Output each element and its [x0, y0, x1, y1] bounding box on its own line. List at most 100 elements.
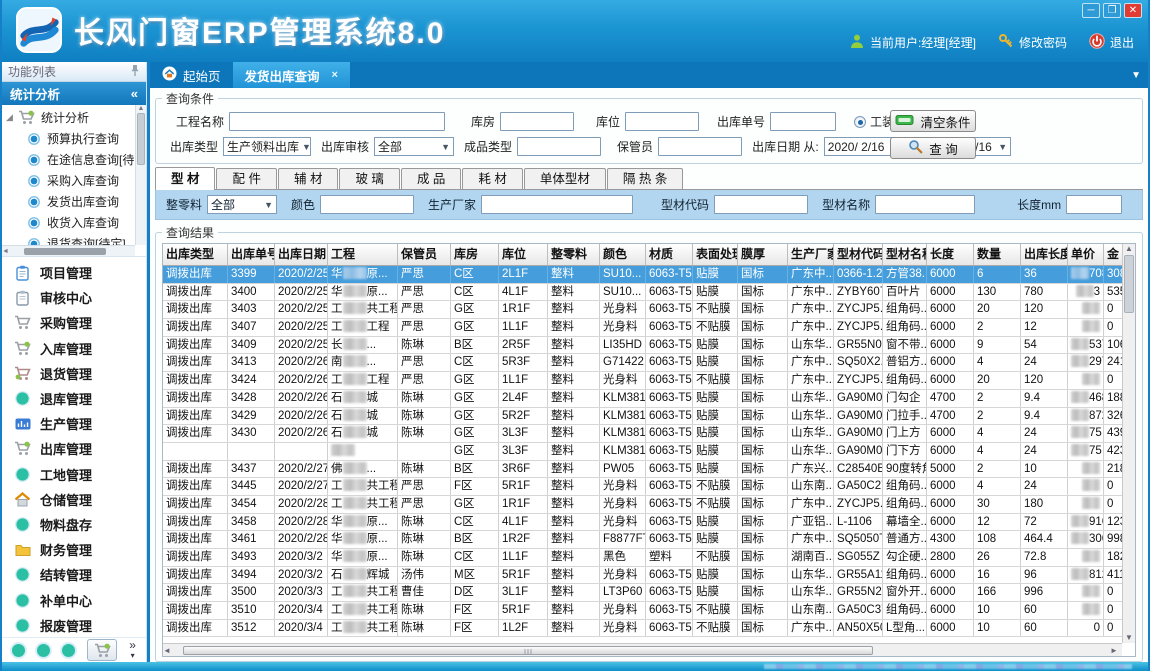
tab-home[interactable]: 起始页 [150, 62, 233, 88]
column-header[interactable]: 库房 [451, 244, 499, 265]
code-input[interactable] [714, 195, 808, 214]
column-header[interactable]: 出库长度 [1021, 244, 1068, 265]
minimize-button[interactable]: ─ [1082, 3, 1100, 18]
table-row[interactable]: 调拨出库34542020/2/28工共工程严思G区1R1F整料光身料6063-T… [163, 496, 1122, 514]
column-header[interactable]: 库位 [499, 244, 548, 265]
tab-close-icon[interactable]: × [332, 69, 338, 81]
column-header[interactable]: 长度 [927, 244, 974, 265]
sidebar-item-dot[interactable]: 物料盘存 [2, 512, 146, 537]
sidebar-item-dot[interactable]: 补单中心 [2, 587, 146, 612]
material-tab[interactable]: 型 材 [155, 167, 215, 190]
project-name-input[interactable] [229, 112, 445, 131]
tab-list-caret-icon[interactable]: ▼ [1131, 70, 1141, 81]
material-tab[interactable]: 耗 材 [462, 168, 522, 189]
column-header[interactable]: 出库单号 [228, 244, 275, 265]
column-header[interactable]: 颜色 [600, 244, 646, 265]
table-row[interactable]: 调拨出库34372020/2/27佛...陈琳B区3R6F整料PW056063-… [163, 461, 1122, 479]
more-modules-button[interactable]: »▾ [129, 641, 136, 660]
tree-horizontal-scrollbar[interactable]: ◄ [2, 245, 135, 256]
sidebar-item-cart2[interactable]: 入库管理 [2, 336, 146, 361]
tree-root-statistics[interactable]: ◢统计分析 [6, 107, 146, 128]
table-vertical-scrollbar[interactable]: ▲▼ [1122, 244, 1135, 643]
tree-item[interactable]: 发货出库查询 [6, 191, 146, 212]
tree-item[interactable]: 采购入库查询 [6, 170, 146, 191]
tree-vertical-scrollbar[interactable]: ▲ [135, 105, 146, 245]
table-row[interactable]: 调拨出库34132020/2/26南...严思C区5R3F整料G71422606… [163, 354, 1122, 372]
sidebar-item-clipboard2[interactable]: 审核中心 [2, 285, 146, 310]
close-button[interactable]: ✕ [1124, 3, 1142, 18]
tree-item[interactable]: 在途信息查询[待 [6, 149, 146, 170]
material-tab[interactable]: 成 品 [401, 168, 461, 189]
cart-module-button[interactable] [87, 639, 117, 661]
table-row[interactable]: 调拨出库34072020/2/25工工程严思G区1L1F整料光身料6063-T5… [163, 319, 1122, 337]
material-tab[interactable]: 辅 材 [278, 168, 338, 189]
column-header[interactable]: 出库类型 [163, 244, 228, 265]
sidebar-item-home[interactable]: 仓储管理 [2, 487, 146, 512]
module-dot-icon[interactable] [37, 644, 50, 657]
audit-select[interactable]: 全部▼ [374, 137, 454, 156]
table-horizontal-scrollbar[interactable]: ◄► [163, 643, 1122, 656]
table-row[interactable]: 调拨出库34302020/2/26石城陈琳G区3L3F整料KLM38176063… [163, 425, 1122, 443]
table-row[interactable]: 调拨出库34032020/2/25工共工程严思G区1R1F整料光身料6063-T… [163, 301, 1122, 319]
column-header[interactable]: 工程 [328, 244, 398, 265]
sidebar-item-cart2[interactable]: 出库管理 [2, 436, 146, 461]
column-header[interactable]: 型材代码 [834, 244, 883, 265]
table-row[interactable]: 调拨出库34612020/2/28华原...陈琳B区1R2F整料F8877FT6… [163, 531, 1122, 549]
table-row[interactable]: 调拨出库34932020/3/2华原...陈琳C区1L1F整料黑色塑料不贴膜国标… [163, 549, 1122, 567]
location-input[interactable] [625, 112, 699, 131]
table-row[interactable]: 调拨出库34282020/2/26石城陈琳G区2L4F整料KLM38176063… [163, 390, 1122, 408]
pin-icon[interactable] [130, 64, 140, 80]
sidebar-item-cart3[interactable]: 退货管理 [2, 361, 146, 386]
out-type-select[interactable]: 生产领料出库▼ [223, 137, 311, 156]
module-dot-icon[interactable] [12, 644, 25, 657]
length-input[interactable] [1066, 195, 1122, 214]
color-input[interactable] [320, 195, 414, 214]
column-header[interactable]: 膜厚 [738, 244, 788, 265]
material-tab[interactable]: 配 件 [216, 168, 276, 189]
table-row[interactable]: 调拨出库34942020/3/2石辉城汤伟M区5R1F整料光身料6063-T5贴… [163, 567, 1122, 585]
order-no-input[interactable] [770, 112, 836, 131]
logout-button[interactable]: 退出 [1089, 33, 1134, 52]
column-header[interactable]: 单价 [1068, 244, 1104, 265]
sidebar-item-folder[interactable]: 财务管理 [2, 537, 146, 562]
tab-delivery-outbound-query[interactable]: 发货出库查询 × [233, 62, 350, 88]
radio-gongzhuang[interactable]: 工装 [854, 113, 894, 130]
sidebar-item-cart[interactable]: 采购管理 [2, 310, 146, 335]
column-header[interactable]: 整零料 [548, 244, 600, 265]
search-button[interactable]: 查 询 [890, 137, 976, 159]
maximize-button[interactable]: ❐ [1103, 3, 1121, 18]
change-password-button[interactable]: 修改密码 [998, 33, 1067, 52]
table-row[interactable]: G区3L3F整料KLM38176063-T5贴膜国标山东华...GA90M09.… [163, 443, 1122, 461]
table-row[interactable]: 调拨出库34002020/2/25华原...严思C区4L1F整料SU10...6… [163, 284, 1122, 302]
table-row[interactable]: 调拨出库34092020/2/25长...陈琳B区2R5F整料LI35HD606… [163, 337, 1122, 355]
column-header[interactable]: 生产厂家 [788, 244, 834, 265]
tree-item[interactable]: 收货入库查询 [6, 212, 146, 233]
table-row[interactable]: 调拨出库34292020/2/26石城陈琳G区5R2F整料KLM38176063… [163, 408, 1122, 426]
sidebar-item-dot[interactable]: 结转管理 [2, 562, 146, 587]
column-header[interactable]: 型材名称 [883, 244, 927, 265]
module-dot-icon[interactable] [62, 644, 75, 657]
name-input[interactable] [875, 195, 975, 214]
column-header[interactable]: 保管员 [398, 244, 451, 265]
zhengling-select[interactable]: 全部▼ [207, 195, 277, 214]
sidebar-item-dot[interactable]: 工地管理 [2, 462, 146, 487]
sidebar-item-dot[interactable]: 报废管理 [2, 613, 146, 637]
product-type-input[interactable] [517, 137, 601, 156]
table-row[interactable]: 调拨出库35122020/3/4工共工程陈琳F区1L2F整料光身料6063-T5… [163, 620, 1122, 638]
material-tab[interactable]: 单体型材 [524, 168, 606, 189]
factory-input[interactable] [481, 195, 633, 214]
table-row[interactable]: 调拨出库34452020/2/27工共工程严思F区5R1F整料光身料6063-T… [163, 478, 1122, 496]
column-header[interactable]: 出库日期 [275, 244, 328, 265]
material-tab[interactable]: 玻 璃 [339, 168, 399, 189]
table-row[interactable]: 调拨出库33992020/2/25华原...严思C区2L1F整料SU10...6… [163, 266, 1122, 284]
table-row[interactable]: 调拨出库34242020/2/26工工程严思G区1L1F整料光身料6063-T5… [163, 372, 1122, 390]
table-row[interactable]: 调拨出库34582020/2/28华原...陈琳C区4L1F整料光身料6063-… [163, 514, 1122, 532]
column-header[interactable]: 材质 [646, 244, 693, 265]
tree-item[interactable]: 预算执行查询 [6, 128, 146, 149]
table-row[interactable]: 调拨出库35102020/3/4工共工程陈琳F区5R1F整料光身料6063-T5… [163, 602, 1122, 620]
sidebar-item-clipboard[interactable]: 项目管理 [2, 260, 146, 285]
column-header[interactable]: 表面处理 [693, 244, 738, 265]
keeper-input[interactable] [658, 137, 742, 156]
column-header[interactable]: 数量 [974, 244, 1021, 265]
clear-conditions-button[interactable]: 清空条件 [890, 110, 976, 132]
